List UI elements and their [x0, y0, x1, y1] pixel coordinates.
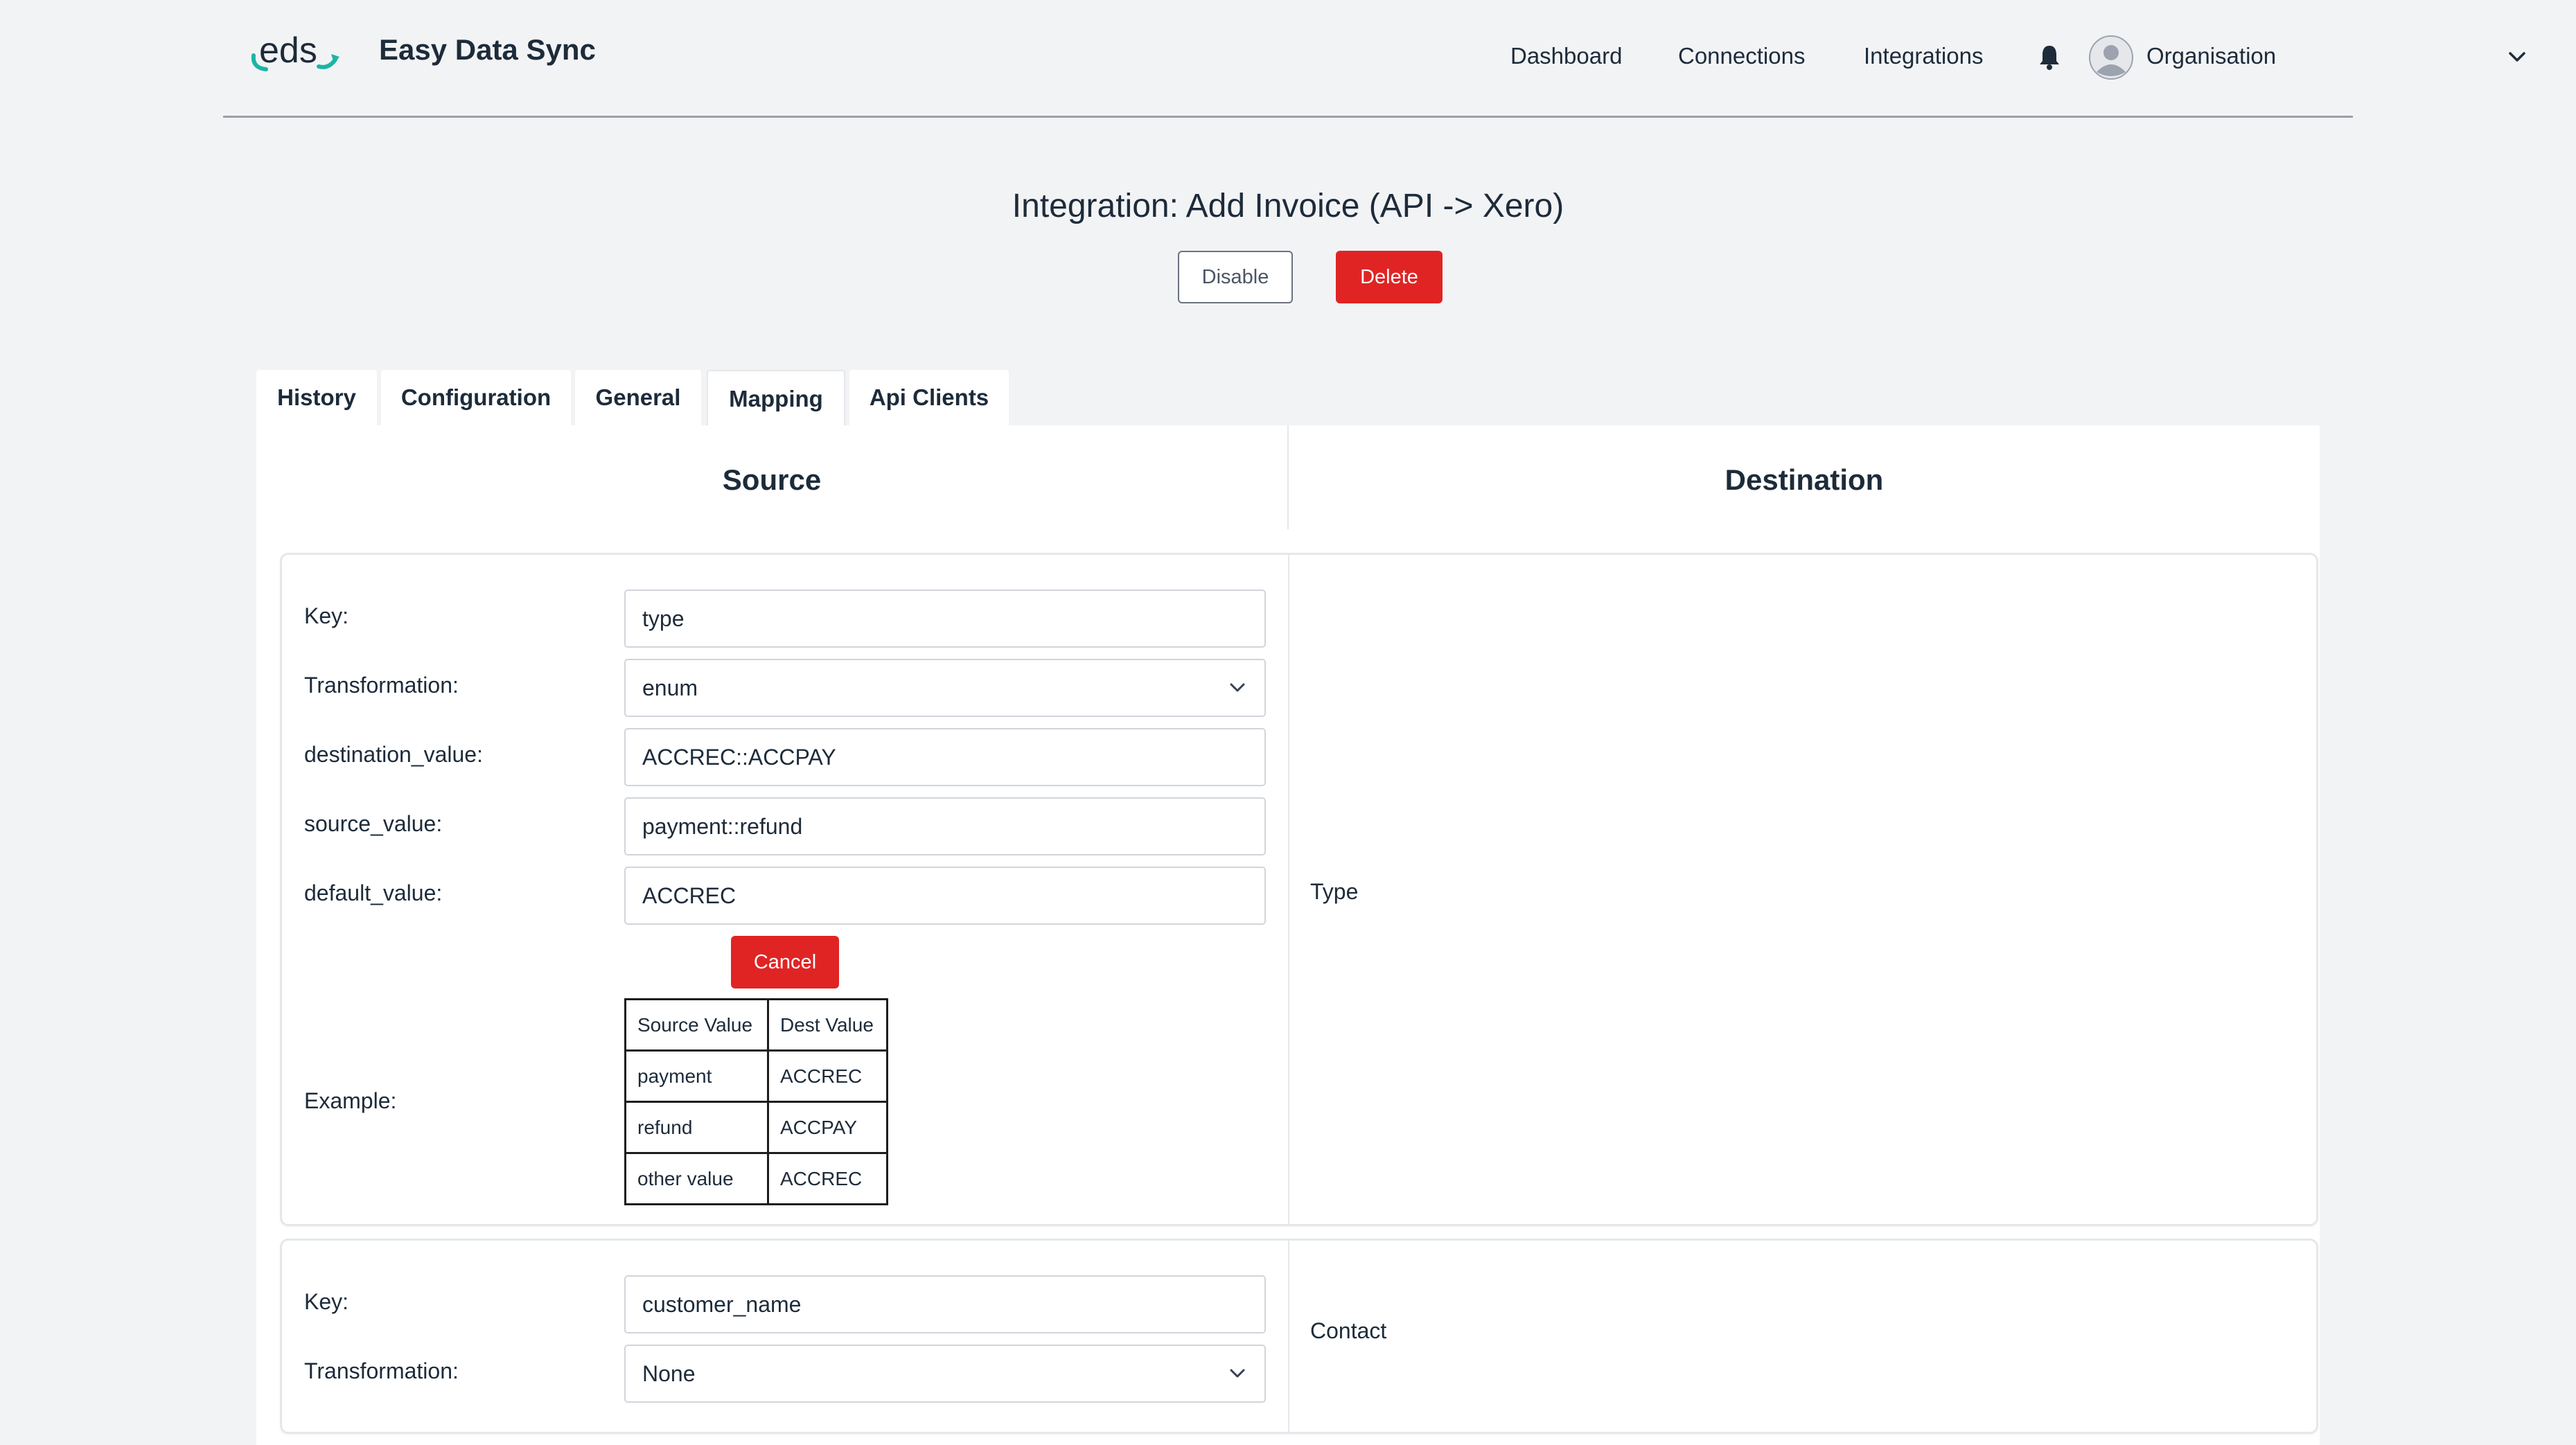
chevron-down-icon[interactable]: [2507, 48, 2528, 65]
table-row: other value ACCREC: [624, 1152, 888, 1205]
table-row: payment ACCREC: [624, 1049, 888, 1103]
example-label: Example:: [304, 1088, 397, 1113]
source-value-input[interactable]: [624, 797, 1266, 856]
table-cell: ACCREC: [767, 1152, 888, 1205]
destination-field-contact: Contact: [1310, 1318, 1387, 1343]
key-label: Key:: [304, 603, 349, 628]
bell-icon[interactable]: [2037, 43, 2062, 71]
eds-logo[interactable]: eds: [251, 26, 341, 82]
example-table: Source Value Dest Value payment ACCREC r…: [624, 998, 888, 1205]
transformation-select[interactable]: None: [624, 1345, 1266, 1403]
source-heading: Source: [722, 463, 822, 496]
tab-configuration[interactable]: Configuration: [381, 370, 571, 425]
destination-field-type: Type: [1310, 879, 1359, 904]
key-input[interactable]: [624, 1275, 1266, 1333]
table-header-cell: Dest Value: [767, 998, 888, 1052]
table-cell: other value: [624, 1152, 769, 1205]
page-title: Integration: Add Invoice (API -> Xero): [1012, 188, 1564, 224]
mapping-card-contact: Key: Transformation: None Contact: [280, 1239, 2318, 1434]
tab-general[interactable]: General: [575, 370, 701, 425]
mapping-card-type: Key: Transformation: enum destination_va…: [280, 553, 2318, 1226]
chevron-down-icon: [1230, 683, 1245, 692]
user-avatar-icon[interactable]: [2088, 35, 2134, 80]
mapping-panel: Source Destination Key: Transformation: …: [256, 425, 2320, 1445]
card-divider: [1288, 555, 1289, 1224]
tab-api-clients[interactable]: Api Clients: [849, 370, 1009, 425]
transformation-select[interactable]: enum: [624, 659, 1266, 717]
destination-value-label: destination_value:: [304, 742, 483, 767]
disable-button[interactable]: Disable: [1178, 251, 1293, 303]
nav-dashboard[interactable]: Dashboard: [1510, 43, 1622, 69]
table-cell: payment: [624, 1049, 769, 1103]
table-row: refund ACCPAY: [624, 1101, 888, 1154]
tab-mapping[interactable]: Mapping: [707, 370, 845, 428]
transformation-label: Transformation:: [304, 673, 459, 698]
brand-name: Easy Data Sync: [379, 33, 596, 66]
table-cell: ACCPAY: [767, 1101, 888, 1154]
default-value-input[interactable]: [624, 867, 1266, 925]
table-cell: ACCREC: [767, 1049, 888, 1103]
tab-history[interactable]: History: [256, 370, 377, 425]
key-label: Key:: [304, 1289, 349, 1314]
chevron-down-icon: [1230, 1369, 1245, 1378]
destination-heading: Destination: [1724, 463, 1884, 496]
top-header: eds Easy Data Sync Dashboard Connections…: [223, 0, 2525, 118]
cancel-button[interactable]: Cancel: [731, 936, 839, 989]
card-divider: [1288, 1241, 1289, 1432]
table-cell: refund: [624, 1101, 769, 1154]
destination-value-input[interactable]: [624, 728, 1266, 786]
delete-button[interactable]: Delete: [1336, 251, 1443, 303]
nav-integrations[interactable]: Integrations: [1864, 43, 1983, 69]
table-header-row: Source Value Dest Value: [624, 998, 888, 1052]
nav-connections[interactable]: Connections: [1678, 43, 1805, 69]
transformation-label: Transformation:: [304, 1358, 459, 1383]
table-header-cell: Source Value: [624, 998, 769, 1052]
logo-text: eds: [259, 30, 317, 71]
org-menu-label[interactable]: Organisation: [2146, 43, 2276, 69]
default-value-label: default_value:: [304, 880, 443, 905]
key-input[interactable]: [624, 589, 1266, 648]
source-value-label: source_value:: [304, 811, 443, 836]
